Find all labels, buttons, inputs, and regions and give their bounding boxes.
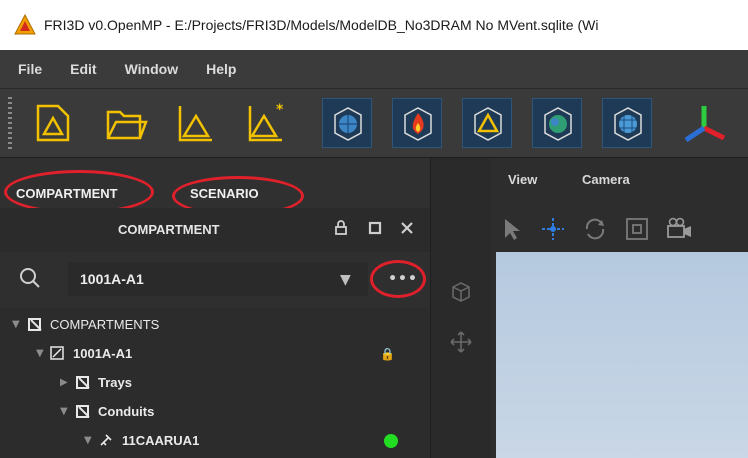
select-arrow-icon[interactable] xyxy=(500,216,526,242)
view-geometry-button[interactable] xyxy=(462,98,512,148)
star-triangle-icon: * xyxy=(248,102,284,142)
compartment-search-input[interactable] xyxy=(68,262,368,296)
view-panel: View Camera xyxy=(490,158,748,458)
conduit-icon xyxy=(100,434,112,446)
open-button[interactable] xyxy=(100,98,150,148)
new-triangle-icon xyxy=(178,106,212,142)
highlight-ellipse xyxy=(370,260,426,298)
camera-icon[interactable] xyxy=(666,216,694,242)
view-sphere-button[interactable] xyxy=(322,98,372,148)
tree-row[interactable]: ▼ Conduits xyxy=(0,397,490,425)
new-file-icon xyxy=(36,104,70,142)
title-bar: FRI3D v0.OpenMP - E:/Projects/FRI3D/Mode… xyxy=(0,0,748,50)
lock-icon[interactable] xyxy=(332,219,350,237)
expand-arrow-icon[interactable]: ▼ xyxy=(84,435,96,446)
new-scenario-button[interactable]: * xyxy=(240,98,290,148)
move-icon[interactable] xyxy=(449,330,473,354)
new-model-button[interactable] xyxy=(170,98,220,148)
menu-help[interactable]: Help xyxy=(206,61,236,77)
panel-header: COMPARTMENT xyxy=(0,208,430,252)
checkbox-icon[interactable] xyxy=(76,375,89,389)
rotate-icon[interactable] xyxy=(582,216,608,242)
checkbox-icon[interactable] xyxy=(76,404,89,418)
tree-item-label: Trays xyxy=(98,374,132,390)
cube-triangle-icon xyxy=(474,107,502,141)
window-title: FRI3D v0.OpenMP - E:/Projects/FRI3D/Mode… xyxy=(44,17,599,33)
menu-edit[interactable]: Edit xyxy=(70,61,96,77)
expand-arrow-icon[interactable]: ▼ xyxy=(36,348,48,359)
menu-file[interactable]: File xyxy=(18,61,42,77)
pan-icon[interactable] xyxy=(540,216,566,242)
zoom-fit-icon[interactable] xyxy=(624,216,650,242)
panel-title: COMPARTMENT xyxy=(118,222,220,237)
new-file-button[interactable] xyxy=(28,98,78,148)
tree-item-label: Conduits xyxy=(98,403,155,419)
maximize-icon[interactable] xyxy=(366,219,384,237)
svg-text:*: * xyxy=(276,102,284,118)
side-tool-strip xyxy=(430,158,491,458)
view-globe-button[interactable] xyxy=(532,98,582,148)
3d-viewport[interactable] xyxy=(496,252,748,458)
cube-mesh-icon xyxy=(614,107,642,141)
menu-camera[interactable]: Camera xyxy=(582,172,630,187)
main-toolbar: * xyxy=(0,89,748,158)
open-folder-icon xyxy=(106,110,148,140)
tree-item-label: COMPARTMENTS xyxy=(50,316,160,332)
view-mesh-button[interactable] xyxy=(602,98,652,148)
axes-icon xyxy=(684,106,726,143)
toolbar-grip[interactable] xyxy=(8,97,12,149)
lock-icon[interactable]: 🔒 xyxy=(380,347,395,361)
checkbox-icon[interactable] xyxy=(28,317,41,331)
tree-item-label: 11CAARUA1 xyxy=(122,432,200,448)
expand-arrow-icon[interactable]: ▼ xyxy=(12,319,24,330)
expand-arrow-icon[interactable]: ▼ xyxy=(60,406,72,417)
cube-fire-icon xyxy=(404,107,432,141)
axes-button[interactable] xyxy=(680,98,730,148)
compartment-panel: COMPARTMENT SCENARIO COMPARTMENT ▼ ••• ▼… xyxy=(0,158,430,458)
menu-view[interactable]: View xyxy=(508,172,537,187)
panel-tabs: COMPARTMENT SCENARIO xyxy=(0,158,430,216)
tree-row[interactable]: ▼ COMPARTMENTS xyxy=(0,310,442,338)
cube-globe-icon xyxy=(544,107,572,141)
search-icon[interactable] xyxy=(18,266,42,290)
unchecked-slash-icon[interactable] xyxy=(50,346,64,360)
status-dot xyxy=(384,434,398,448)
compartment-tree: ▼ COMPARTMENTS ▼ 1001A-A1 🔒 ▶ Trays ▼ Co… xyxy=(0,308,430,458)
search-row: ▼ ••• xyxy=(0,252,430,308)
cube-view-icon[interactable] xyxy=(449,280,473,304)
close-icon[interactable] xyxy=(398,219,416,237)
chevron-down-icon[interactable]: ▼ xyxy=(340,272,351,288)
tree-row[interactable]: ▶ Trays xyxy=(0,368,490,396)
view-toolbar xyxy=(490,204,748,250)
expand-arrow-icon[interactable]: ▶ xyxy=(60,377,72,388)
cube-sphere-icon xyxy=(334,107,362,141)
menu-window[interactable]: Window xyxy=(125,61,179,77)
menu-bar: File Edit Window Help xyxy=(0,50,748,89)
view-fire-button[interactable] xyxy=(392,98,442,148)
tree-row[interactable]: ▼ 1001A-A1 🔒 xyxy=(0,339,466,367)
tree-item-label: 1001A-A1 xyxy=(73,345,133,361)
app-logo-icon xyxy=(14,14,36,35)
